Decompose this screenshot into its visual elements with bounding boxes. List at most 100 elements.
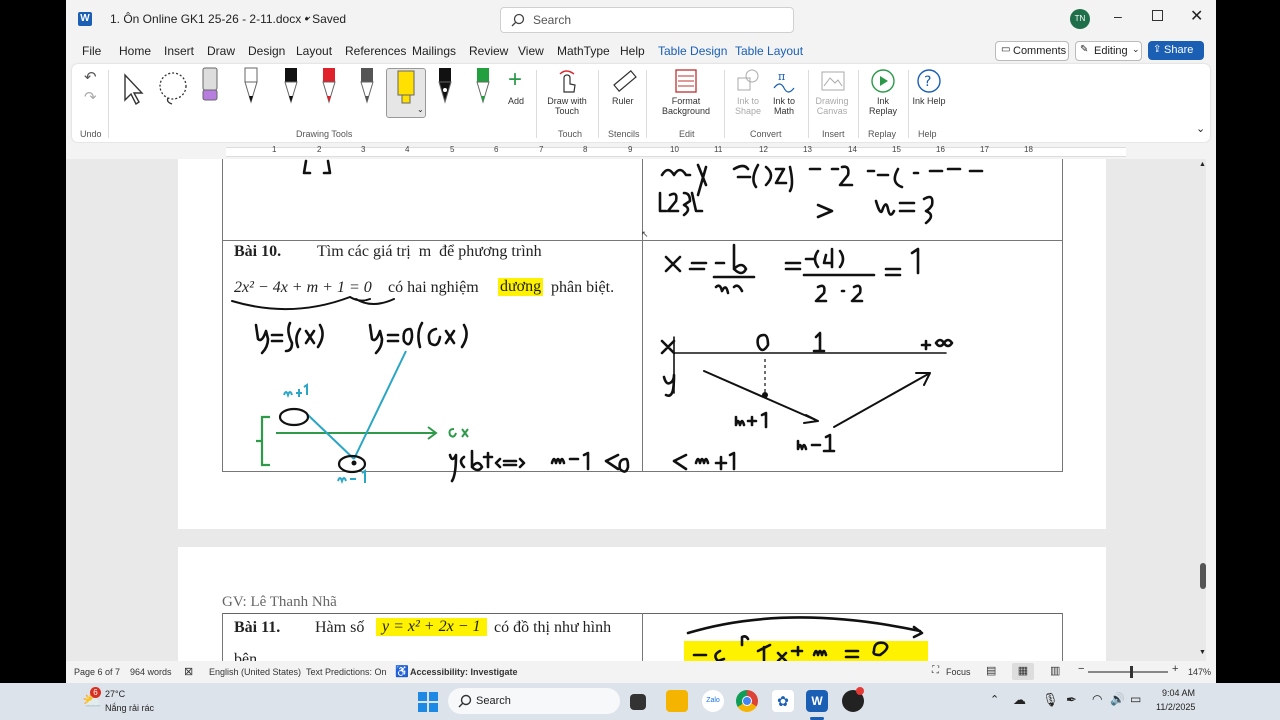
scroll-up-icon[interactable]: ▲ bbox=[1199, 161, 1206, 168]
language[interactable]: English (United States) bbox=[209, 667, 301, 677]
web-layout-icon[interactable]: ▥ bbox=[1050, 664, 1060, 677]
close-icon[interactable]: ✕ bbox=[1190, 6, 1203, 26]
drawing-canvas-icon bbox=[821, 71, 845, 91]
ink-help-icon[interactable]: ? bbox=[916, 68, 942, 94]
ruler-label[interactable]: Ruler bbox=[612, 96, 634, 106]
undo-icon[interactable]: ↶ bbox=[84, 68, 97, 86]
task-view-icon[interactable] bbox=[630, 694, 646, 710]
wifi-icon[interactable]: ◠ bbox=[1092, 692, 1102, 706]
ink-to-math-icon[interactable]: π bbox=[772, 68, 796, 94]
highlighter-yellow-button[interactable]: ⌄ bbox=[386, 68, 426, 118]
ruler-tick: 15 bbox=[892, 145, 901, 154]
menu-help[interactable]: Help bbox=[620, 44, 645, 58]
scroll-down-icon[interactable]: ▼ bbox=[1199, 649, 1206, 656]
pen-red-icon[interactable] bbox=[318, 66, 340, 106]
recorder-icon[interactable] bbox=[842, 687, 864, 712]
chrome-icon[interactable] bbox=[736, 690, 758, 712]
taskbar-search-label: Search bbox=[476, 695, 511, 707]
lasso-select-icon[interactable] bbox=[156, 70, 190, 106]
share-icon: ⇪ bbox=[1153, 44, 1162, 55]
avatar[interactable]: TN bbox=[1070, 9, 1090, 29]
ink-replay-label[interactable]: Ink Replay bbox=[866, 96, 900, 116]
pencil-gray-icon[interactable] bbox=[356, 66, 378, 106]
weather-widget[interactable]: ⛅ 6 27°C Nắng rải rác bbox=[80, 687, 180, 717]
pen-black-2-icon[interactable] bbox=[434, 66, 456, 106]
volume-icon[interactable]: 🔊 bbox=[1110, 692, 1125, 706]
menu-file[interactable]: File bbox=[82, 44, 101, 58]
pen-black-icon[interactable] bbox=[240, 66, 262, 106]
ruler-tick: 17 bbox=[980, 145, 989, 154]
text-predictions[interactable]: Text Predictions: On bbox=[306, 667, 387, 677]
menu-mailings[interactable]: Mailings bbox=[412, 44, 456, 58]
focus-button[interactable]: Focus bbox=[946, 667, 971, 677]
share-button[interactable]: ⇪ Share bbox=[1148, 41, 1204, 60]
clock-time[interactable]: 9:04 AM bbox=[1162, 688, 1195, 698]
format-background-label[interactable]: Format Background bbox=[652, 96, 720, 116]
read-mode-icon[interactable]: ▤ bbox=[986, 664, 996, 677]
page-count[interactable]: Page 6 of 7 bbox=[74, 667, 120, 677]
menu-insert[interactable]: Insert bbox=[164, 44, 194, 58]
scroll-thumb[interactable] bbox=[1200, 563, 1206, 589]
menu-view[interactable]: View bbox=[518, 44, 544, 58]
editing-label: Editing bbox=[1094, 45, 1128, 57]
word-taskbar-icon[interactable]: W bbox=[806, 690, 828, 712]
pen-green-icon[interactable] bbox=[472, 66, 494, 106]
ink-replay-icon[interactable] bbox=[870, 68, 896, 94]
battery-icon[interactable]: ▭ bbox=[1130, 692, 1141, 706]
comments-button[interactable]: ▭ Comments bbox=[995, 41, 1069, 61]
menu-references[interactable]: References bbox=[345, 44, 406, 58]
chevron-up-icon[interactable]: ⌃ bbox=[990, 693, 999, 706]
collapse-ribbon-icon[interactable]: ⌄ bbox=[1196, 122, 1205, 135]
zoom-level[interactable]: 147% bbox=[1188, 667, 1211, 677]
chevron-down-icon[interactable]: ⌄ bbox=[304, 11, 312, 22]
divider bbox=[858, 70, 859, 138]
redo-icon[interactable]: ↷ bbox=[84, 88, 97, 106]
comment-icon: ▭ bbox=[1001, 44, 1011, 55]
ink-help-label[interactable]: Ink Help bbox=[912, 96, 946, 106]
select-pointer-icon[interactable] bbox=[120, 72, 146, 106]
menu-table-design[interactable]: Table Design bbox=[658, 44, 727, 58]
add-pen-label[interactable]: Add bbox=[508, 96, 524, 106]
document-canvas[interactable]: Bài 10. Tìm các giá trị m để phương trìn… bbox=[66, 159, 1206, 661]
draw-with-touch-icon[interactable] bbox=[556, 68, 578, 94]
pen-dark-icon[interactable] bbox=[280, 66, 302, 106]
microphone-icon[interactable]: 🎙 bbox=[1042, 692, 1059, 708]
menu-mathtype[interactable]: MathType bbox=[557, 44, 610, 58]
proofing-icon[interactable]: ⊠ bbox=[184, 665, 193, 678]
format-background-icon[interactable] bbox=[674, 68, 698, 94]
zoom-in-icon[interactable]: + bbox=[1172, 663, 1178, 675]
ruler-tick: 6 bbox=[494, 145, 499, 154]
print-layout-icon[interactable]: ▦ bbox=[1012, 663, 1034, 680]
ruler-tick: 4 bbox=[405, 145, 410, 154]
draw-with-touch-label[interactable]: Draw with Touch bbox=[542, 96, 592, 116]
start-icon[interactable] bbox=[418, 692, 438, 712]
minimize-icon[interactable]: – bbox=[1114, 8, 1122, 24]
menu-home[interactable]: Home bbox=[119, 44, 151, 58]
vertical-scrollbar[interactable]: ▲ ▼ bbox=[1199, 161, 1206, 657]
menu-design[interactable]: Design bbox=[248, 44, 285, 58]
ruler-icon[interactable] bbox=[612, 68, 638, 94]
file-explorer-icon[interactable] bbox=[666, 690, 688, 712]
accessibility-status[interactable]: Accessibility: Investigate bbox=[410, 667, 518, 677]
menu-table-layout[interactable]: Table Layout bbox=[735, 44, 803, 58]
editing-button[interactable]: ✎ Editing ⌄ bbox=[1075, 41, 1142, 61]
zalo-icon[interactable]: Zalo bbox=[702, 690, 724, 712]
clock-date[interactable]: 11/2/2025 bbox=[1156, 702, 1195, 712]
add-pen-icon[interactable]: + bbox=[508, 66, 522, 94]
menu-draw[interactable]: Draw bbox=[207, 44, 235, 58]
ink-to-math-label[interactable]: Ink to Math bbox=[768, 96, 800, 116]
search-box[interactable]: Search bbox=[500, 7, 794, 33]
word-count[interactable]: 964 words bbox=[130, 667, 172, 677]
zoom-slider[interactable] bbox=[1088, 666, 1168, 678]
app-gear-icon[interactable]: ✿ bbox=[772, 690, 794, 712]
horizontal-ruler[interactable]: 1 2 3 4 5 6 7 8 9 10 11 12 13 14 15 16 1… bbox=[66, 143, 1216, 159]
pen-icon[interactable]: ✒ bbox=[1066, 692, 1077, 708]
taskbar-search[interactable]: Search bbox=[448, 688, 620, 714]
eraser-icon[interactable] bbox=[200, 66, 220, 106]
zoom-out-icon[interactable]: − bbox=[1078, 663, 1084, 675]
cloud-icon[interactable]: ☁ bbox=[1013, 692, 1026, 708]
menu-layout[interactable]: Layout bbox=[296, 44, 332, 58]
restore-icon[interactable] bbox=[1152, 10, 1163, 21]
menu-review[interactable]: Review bbox=[469, 44, 508, 58]
zoom-slider-thumb[interactable] bbox=[1130, 666, 1133, 678]
